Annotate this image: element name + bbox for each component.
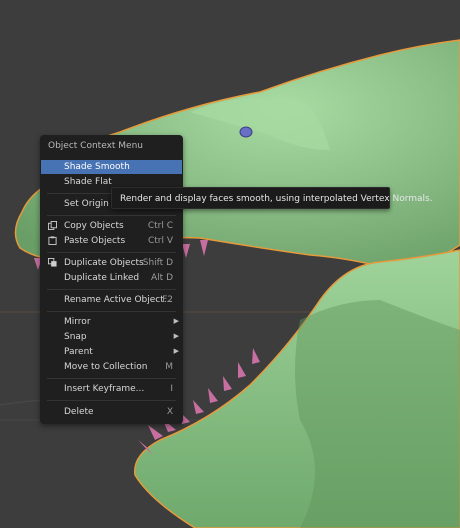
menu-item-label: Move to Collection xyxy=(64,362,148,372)
menu-item-duplicate-linked[interactable]: Duplicate Linked Alt D xyxy=(41,271,182,285)
menu-item-label: Paste Objects xyxy=(64,236,126,246)
menu-item-move-to-collection[interactable]: Move to Collection M xyxy=(41,360,182,374)
menu-item-label: Rename Active Object... xyxy=(64,295,173,305)
menu-separator xyxy=(47,215,176,216)
shade-smooth-tooltip: Render and display faces smooth, using i… xyxy=(111,187,433,209)
submenu-arrow-icon: ▶ xyxy=(173,332,179,340)
menu-item-label: Insert Keyframe... xyxy=(64,384,145,394)
menu-item-label: Parent xyxy=(64,347,93,357)
menu-item-label: Duplicate Objects xyxy=(64,258,144,268)
menu-item-label: Shade Flat xyxy=(64,177,112,187)
menu-item-paste-objects[interactable]: Paste Objects Ctrl V xyxy=(41,234,182,248)
menu-item-copy-objects[interactable]: Copy Objects Ctrl C xyxy=(41,219,182,233)
menu-item-label: Duplicate Linked xyxy=(64,273,140,283)
menu-item-shade-smooth[interactable]: Shade Smooth xyxy=(41,160,182,174)
menu-item-shortcut: I xyxy=(170,384,173,394)
lower-jaw-shadow xyxy=(295,300,460,528)
menu-separator xyxy=(47,378,176,379)
menu-item-label: Copy Objects xyxy=(64,221,124,231)
eye xyxy=(239,126,253,138)
menu-item-shortcut: X xyxy=(166,407,173,417)
menu-item-parent[interactable]: Parent ▶ xyxy=(41,345,182,359)
submenu-arrow-icon: ▶ xyxy=(173,347,179,355)
menu-separator xyxy=(47,311,176,312)
3d-viewport[interactable]: Object Context Menu Shade Smooth Shade F… xyxy=(0,0,460,528)
menu-item-label: Mirror xyxy=(64,317,91,327)
object-context-menu[interactable]: Object Context Menu Shade Smooth Shade F… xyxy=(40,135,183,424)
menu-item-label: Delete xyxy=(64,407,94,417)
menu-item-delete[interactable]: Delete X xyxy=(41,405,182,419)
menu-item-shortcut: Alt D xyxy=(151,273,173,283)
menu-item-duplicate-objects[interactable]: Duplicate Objects Shift D xyxy=(41,256,182,270)
menu-item-label: Shade Smooth xyxy=(64,162,130,172)
menu-separator xyxy=(47,289,176,290)
menu-item-mirror[interactable]: Mirror ▶ xyxy=(41,315,182,329)
menu-separator xyxy=(47,252,176,253)
duplicate-icon xyxy=(48,258,57,267)
menu-separator xyxy=(47,400,176,401)
menu-item-shortcut: Shift D xyxy=(142,258,173,268)
menu-item-label: Snap xyxy=(64,332,87,342)
menu-item-shortcut: Ctrl C xyxy=(147,221,173,231)
menu-title: Object Context Menu xyxy=(48,141,144,151)
menu-item-label: Set Origin xyxy=(64,199,109,209)
menu-item-shortcut: Ctrl V xyxy=(147,236,173,246)
menu-item-shortcut: F2 xyxy=(162,295,173,305)
menu-item-insert-keyframe[interactable]: Insert Keyframe... I xyxy=(41,382,182,396)
menu-item-rename-active-object[interactable]: Rename Active Object... F2 xyxy=(41,293,182,307)
copy-icon xyxy=(48,221,57,230)
submenu-arrow-icon: ▶ xyxy=(173,317,179,325)
menu-item-snap[interactable]: Snap ▶ xyxy=(41,330,182,344)
menu-item-shortcut: M xyxy=(165,362,173,372)
paste-icon xyxy=(48,236,57,245)
